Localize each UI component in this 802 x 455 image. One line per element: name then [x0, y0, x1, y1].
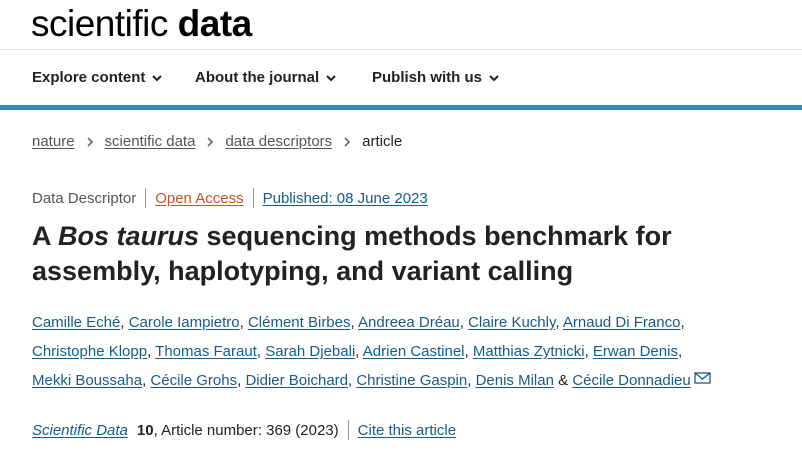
journal-link[interactable]: Scientific Data: [32, 422, 128, 439]
breadcrumb-current: article: [362, 133, 403, 150]
author-separator: ,: [680, 314, 685, 331]
logo-text-light: scientific: [31, 3, 168, 44]
nav-explore-content[interactable]: Explore content: [32, 69, 163, 86]
title-prefix: A: [32, 221, 58, 251]
author-list: Camille Eché, Carole Iampietro, Clément …: [32, 308, 772, 395]
open-access-link[interactable]: Open Access: [155, 190, 243, 207]
author-separator: ,: [464, 343, 473, 360]
chevron-down-icon: [152, 74, 163, 81]
author-link[interactable]: Cécile Grohs: [150, 372, 237, 389]
nav-accent-bar: [0, 105, 802, 110]
breadcrumb-nature[interactable]: nature: [32, 133, 75, 150]
nav-item-label: Publish with us: [372, 69, 483, 86]
author-link[interactable]: Christine Gaspin: [356, 372, 467, 389]
chevron-right-icon: [207, 136, 214, 147]
author-separator: ,: [239, 314, 248, 331]
breadcrumb-data-descriptors[interactable]: data descriptors: [225, 133, 332, 150]
nav-about-journal[interactable]: About the journal: [195, 69, 337, 86]
author-link[interactable]: Christophe Klopp: [32, 343, 147, 360]
article-type: Data Descriptor: [32, 189, 137, 207]
chevron-right-icon: [86, 136, 93, 147]
logo-text-bold: data: [177, 3, 253, 44]
author-separator: ,: [677, 343, 683, 360]
chevron-down-icon: [489, 74, 499, 81]
article-title: A Bos taurus sequencing methods benchmar…: [32, 219, 772, 289]
author-link[interactable]: Erwan Denis: [593, 343, 678, 360]
masthead: scientific data: [0, 0, 802, 50]
nav-item-label: About the journal: [195, 69, 320, 86]
author-link[interactable]: Adrien Castinel: [363, 343, 465, 360]
mail-icon[interactable]: [694, 372, 711, 384]
article-number: , Article number: 369 (2023): [153, 421, 339, 439]
author-link[interactable]: Camille Eché: [32, 314, 120, 331]
author-link[interactable]: Didier Boichard: [245, 372, 348, 389]
citation-divider: [347, 420, 349, 440]
citation-line: Scientific Data 10 , Article number: 369…: [32, 420, 456, 440]
author-separator: ,: [256, 343, 266, 360]
author-separator: ,: [467, 372, 476, 389]
title-species: Bos taurus: [58, 221, 200, 251]
author-link[interactable]: Arnaud Di Franco: [563, 314, 681, 331]
author-link[interactable]: Sarah Djebali: [265, 343, 355, 360]
author-separator: ,: [584, 343, 593, 360]
meta-divider: [145, 188, 147, 208]
nav-publish-with-us[interactable]: Publish with us: [372, 69, 500, 86]
author-separator: ,: [147, 343, 156, 360]
author-link[interactable]: Clément Birbes: [248, 314, 351, 331]
meta-divider: [252, 188, 254, 208]
author-joiner: &: [558, 372, 569, 389]
breadcrumb: nature scientific data data descriptors …: [32, 133, 402, 150]
author-separator: ,: [350, 314, 359, 331]
chevron-down-icon: [326, 74, 336, 81]
author-separator: ,: [555, 314, 563, 331]
author-link[interactable]: Denis Milan: [476, 372, 554, 389]
author-link[interactable]: Mekki Boussaha: [32, 372, 142, 389]
author-separator: ,: [120, 314, 129, 331]
author-link[interactable]: Carole Iampietro: [129, 314, 240, 331]
volume-number: 10: [136, 421, 154, 439]
nav-item-label: Explore content: [32, 69, 146, 86]
site-logo[interactable]: scientific data: [31, 4, 252, 44]
author-link[interactable]: Andreea Dréau: [358, 314, 460, 331]
cite-this-article-link[interactable]: Cite this article: [358, 422, 456, 439]
published-date-link[interactable]: Published: 08 June 2023: [263, 190, 428, 207]
breadcrumb-scientific-data[interactable]: scientific data: [105, 133, 196, 150]
main-nav: Explore content About the journal Publis…: [0, 50, 802, 105]
author-link[interactable]: Claire Kuchly: [468, 314, 555, 331]
author-separator: ,: [355, 343, 363, 360]
author-link[interactable]: Thomas Faraut: [155, 343, 257, 360]
author-link[interactable]: Matthias Zytnicki: [473, 343, 585, 360]
chevron-right-icon: [344, 136, 351, 147]
author-separator: ,: [459, 314, 469, 331]
author-link-corresponding[interactable]: Cécile Donnadieu: [572, 372, 690, 389]
article-meta: Data Descriptor Open Access Published: 0…: [32, 188, 428, 208]
